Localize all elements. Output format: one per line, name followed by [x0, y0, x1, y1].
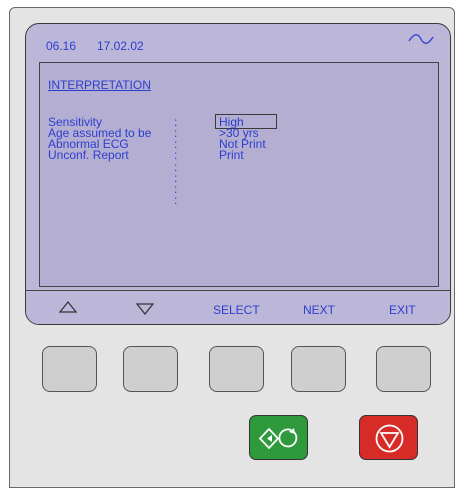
param-row-unconf-report[interactable]: Unconf. Report : Print: [48, 148, 438, 162]
start-record-button[interactable]: [249, 415, 308, 460]
stop-button[interactable]: [359, 415, 418, 460]
triangle-up-icon[interactable]: [59, 300, 77, 314]
display-area: INTERPRETATION Sensitivity : High Age as…: [39, 62, 439, 287]
status-date: 17.02.02: [97, 39, 144, 53]
status-time: 06.16: [46, 39, 77, 53]
hardware-button-3[interactable]: [209, 346, 264, 392]
hardware-button-5[interactable]: [376, 346, 431, 392]
ac-wave-icon: [408, 34, 434, 44]
select-softkey[interactable]: SELECT: [213, 303, 260, 317]
exit-softkey[interactable]: EXIT: [389, 303, 416, 317]
lcd-screen: 06.16 17.02.02 INTERPRETATION Sensitivit…: [25, 23, 451, 325]
param-label: Unconf. Report: [48, 148, 129, 162]
next-softkey[interactable]: NEXT: [303, 303, 335, 317]
hardware-button-2[interactable]: [123, 346, 178, 392]
softkey-bar: SELECT NEXT EXIT: [26, 290, 450, 324]
trailing-separators: : : : :: [174, 160, 178, 207]
param-value[interactable]: Print: [219, 149, 244, 161]
hardware-button-1[interactable]: [42, 346, 97, 392]
hardware-button-4[interactable]: [291, 346, 346, 392]
status-bar: 06.16 17.02.02: [26, 24, 450, 60]
triangle-down-icon[interactable]: [136, 302, 154, 316]
page-title: INTERPRETATION: [48, 78, 151, 92]
stop-icon: [375, 424, 404, 453]
parameter-list: Sensitivity : High Age assumed to be : >…: [48, 114, 438, 162]
start-record-icon: [258, 427, 298, 450]
